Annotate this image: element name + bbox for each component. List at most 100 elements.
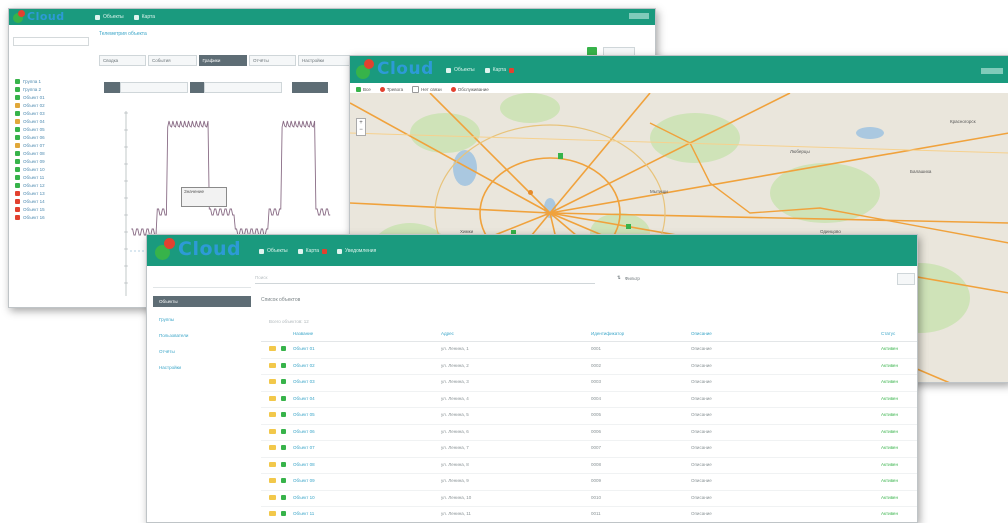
zoom-out-button[interactable]: − [357,127,365,135]
cell-desc: Описание [691,511,712,516]
sidebar-item-label: Объект 16 [23,214,45,220]
table-row[interactable]: Объект 04 ул. Ленина, 4 0004 Описание Активе… [261,392,917,408]
sidebar-item[interactable]: Пользователи [153,333,251,349]
map-marker-orange[interactable] [528,190,533,195]
table-row[interactable]: Объект 09 ул. Ленина, 9 0009 Описание Активе… [261,474,917,491]
legend-offline[interactable]: Нет связи [412,86,442,93]
status-icon [15,86,20,92]
brand-name: Cloud [377,59,434,79]
sidebar-search[interactable] [13,37,89,46]
cell-name[interactable]: Объект 04 [293,396,315,401]
table-row[interactable]: Объект 05 ул. Ленина, 5 0005 Описание Активе… [261,408,917,425]
table-row[interactable]: Объект 06 ул. Ленина, 6 0006 Описание Активе… [261,425,917,441]
tab[interactable]: Сводка [99,55,146,66]
tab[interactable]: Графики [198,55,247,66]
column-header[interactable]: Название [293,331,313,336]
map-marker-green[interactable] [558,153,563,159]
search-input[interactable]: Поиск [255,275,595,284]
cell-status: Активен [881,395,898,401]
sidebar-item-active[interactable]: Объекты [153,296,251,307]
sidebar-item[interactable]: Объект 08 [15,149,87,157]
cell-name[interactable]: Объект 01 [293,346,315,351]
legend-alarm[interactable]: Тревога [379,87,403,92]
tab[interactable]: События [148,55,197,66]
legend-all[interactable]: Все [356,87,371,92]
sidebar-item[interactable]: Объект 14 [15,197,87,205]
sidebar-item[interactable]: Объект 05 [15,125,87,133]
table-row[interactable]: Объект 10 ул. Ленина, 10 0010 Описание Актив… [261,491,917,507]
nav-item-objects[interactable]: Объекты [95,14,124,20]
cell-name[interactable]: Объект 06 [293,429,315,434]
cell-desc: Описание [691,395,712,401]
nav-item-notifications[interactable]: Уведомления [337,248,376,254]
status-icon [281,412,286,417]
nav-item-map[interactable]: Карта [133,14,155,20]
brand-name: Cloud [27,10,65,23]
sidebar-item[interactable]: Группы [153,317,251,333]
zoom-controls: + − [356,118,366,136]
cell-addr: ул. Ленина, 10 [441,494,472,500]
sidebar-item[interactable]: Объект 11 [15,173,87,181]
table-row[interactable]: Объект 02 ул. Ленина, 2 0002 Описание Активе… [261,359,917,375]
settings-button[interactable] [897,273,915,285]
sidebar-item[interactable]: Объект 04 [15,117,87,125]
status-icon [281,379,286,384]
status-icon [281,461,286,467]
cell-name[interactable]: Объект 02 [293,363,315,368]
zoom-in-button[interactable]: + [357,119,365,127]
nav-item-objects[interactable]: Объекты [259,248,288,254]
cell-name[interactable]: Объект 11 [293,511,314,516]
sidebar-header [153,271,251,288]
sidebar-item[interactable]: Объект 02 [15,101,87,109]
map-marker-green[interactable] [626,224,631,229]
sidebar-item[interactable]: Объект 16 [15,213,87,221]
sidebar-item[interactable]: Объект 15 [15,205,87,213]
user-menu[interactable] [629,13,649,19]
cell-name[interactable]: Объект 03 [293,379,315,384]
cell-name[interactable]: Объект 07 [293,445,315,450]
nav-item-map[interactable]: Карта [484,67,515,73]
sidebar-item[interactable]: Настройки [153,365,251,381]
legend-service[interactable]: Обслуживание [450,87,489,92]
sidebar-item[interactable]: Объект 12 [15,181,87,189]
cell-status: Активен [881,461,898,467]
column-header[interactable]: Статус [881,331,895,336]
chart-toolbar [104,82,344,93]
cell-name[interactable]: Объект 08 [293,462,315,467]
tab[interactable]: Отчёты [249,55,296,66]
cell-status: Активен [881,412,898,417]
column-header[interactable]: Адрес [441,331,454,336]
period-selector[interactable] [120,82,188,93]
nav-item-objects[interactable]: Объекты [446,67,475,73]
sidebar-item[interactable]: Объект 06 [15,133,87,141]
column-header[interactable]: Идентификатор [591,331,624,336]
sidebar-item[interactable]: Объект 09 [15,157,87,165]
sidebar-item[interactable]: Объект 07 [15,141,87,149]
nav-item-map[interactable]: Карта [297,248,328,254]
range-selector[interactable] [204,82,282,93]
status-icon [281,428,286,434]
sidebar-item[interactable]: Группа 1 [15,77,87,85]
table-row[interactable]: Объект 01 ул. Ленина, 1 0001 Описание Активе… [261,342,917,359]
cell-addr: ул. Ленина, 2 [441,362,469,368]
sidebar-item[interactable]: Объект 03 [15,109,87,117]
cell-name[interactable]: Объект 10 [293,495,315,500]
sidebar-item[interactable]: Группа 2 [15,85,87,93]
sidebar-item[interactable]: Объект 01 [15,93,87,101]
table-row[interactable]: Объект 08 ул. Ленина, 8 0008 Описание Активе… [261,458,917,474]
cell-name[interactable]: Объект 09 [293,478,315,483]
apply-button[interactable] [292,82,328,93]
cell-name[interactable]: Объект 05 [293,412,315,417]
user-menu[interactable] [981,68,1003,74]
filter-button[interactable]: ⇅ Фильтр [617,275,640,281]
sidebar-item[interactable]: Отчёты [153,349,251,365]
prev-button[interactable] [104,82,120,93]
column-header[interactable]: Описание [691,331,712,336]
cell-status: Активен [881,478,898,483]
table-row[interactable]: Объект 03 ул. Ленина, 3 0003 Описание Активе… [261,375,917,392]
sidebar-item[interactable]: Объект 13 [15,189,87,197]
sidebar-item[interactable]: Объект 10 [15,165,87,173]
table-row[interactable]: Объект 07 ул. Ленина, 7 0007 Описание Активе… [261,441,917,458]
tab[interactable]: Настройки [298,55,350,66]
topbar: Cloud Объекты Карта [350,56,1008,83]
